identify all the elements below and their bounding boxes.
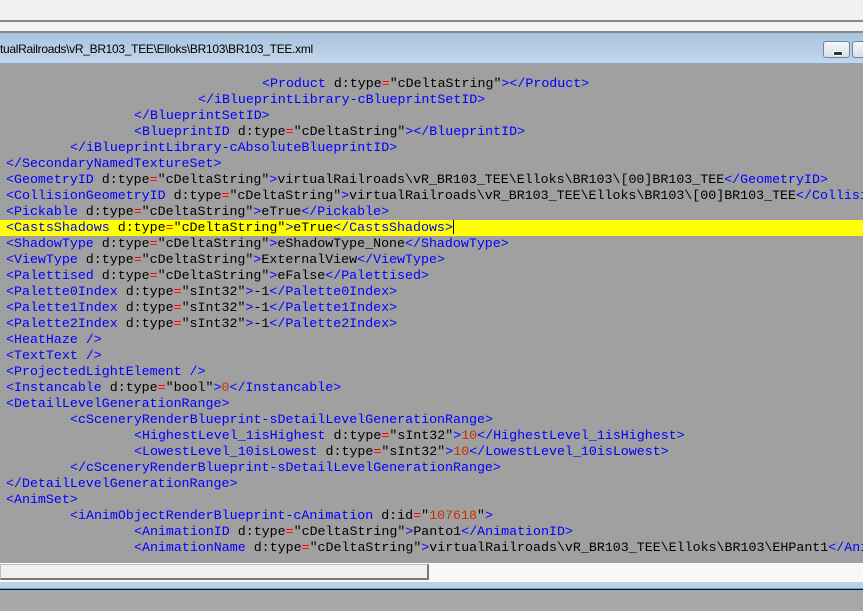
text-caret: [452, 220, 454, 235]
code-line[interactable]: </iBlueprintLibrary-cBlueprintSetID>: [198, 92, 485, 108]
code-line[interactable]: <ViewType d:type="cDeltaString">External…: [6, 252, 445, 268]
maximize-button[interactable]: [852, 41, 863, 58]
bottom-panel: [0, 590, 863, 611]
code-line[interactable]: <Palettised d:type="cDeltaString">eFalse…: [6, 268, 429, 284]
code-line[interactable]: <iAnimObjectRenderBlueprint-cAnimation d…: [70, 508, 493, 524]
code-line[interactable]: </iBlueprintLibrary-cAbsoluteBlueprintID…: [70, 140, 397, 156]
code-line[interactable]: <HighestLevel_1isHighest d:type="sInt32"…: [134, 428, 685, 444]
code-line[interactable]: <ShadowType d:type="cDeltaString">eShado…: [6, 236, 509, 252]
code-line[interactable]: <AnimationID d:type="cDeltaString">Panto…: [134, 524, 573, 540]
code-line[interactable]: <CastsShadows d:type="cDeltaString">eTru…: [6, 220, 454, 236]
code-line[interactable]: <Product d:type="cDeltaString"></Product…: [262, 76, 589, 92]
minimize-icon: [833, 51, 843, 56]
code-line[interactable]: </SecondaryNamedTextureSet>: [6, 156, 221, 172]
code-line[interactable]: <LowestLevel_10isLowest d:type="sInt32">…: [134, 444, 669, 460]
code-line[interactable]: <DetailLevelGenerationRange>: [6, 396, 229, 412]
minimize-button[interactable]: [823, 41, 850, 58]
code-line[interactable]: <Palette2Index d:type="sInt32">-1</Palet…: [6, 316, 397, 332]
horizontal-scrollbar[interactable]: [0, 563, 863, 582]
code-line[interactable]: </cSceneryRenderBlueprint-sDetailLevelGe…: [70, 460, 501, 476]
code-line[interactable]: </BlueprintSetID>: [134, 108, 270, 124]
code-line[interactable]: <HeatHaze />: [6, 332, 102, 348]
splitter[interactable]: [0, 20, 863, 33]
code-line[interactable]: <cSceneryRenderBlueprint-sDetailLevelGen…: [70, 412, 493, 428]
code-line[interactable]: <Palette0Index d:type="sInt32">-1</Palet…: [6, 284, 397, 300]
document-title-bar: tualRailroads\vR_BR103_TEE\Elloks\BR103\…: [0, 33, 863, 64]
code-line[interactable]: <ProjectedLightElement />: [6, 364, 206, 380]
document-title: tualRailroads\vR_BR103_TEE\Elloks\BR103\…: [0, 42, 313, 56]
code-line[interactable]: <Pickable d:type="cDeltaString">eTrue</P…: [6, 204, 389, 220]
top-toolbar-area: [0, 0, 863, 21]
code-line[interactable]: </DetailLevelGenerationRange>: [6, 476, 237, 492]
code-line[interactable]: <CollisionGeometryID d:type="cDeltaStrin…: [6, 188, 863, 204]
scrollbar-thumb[interactable]: [0, 564, 429, 580]
code-line[interactable]: <Palette1Index d:type="sInt32">-1</Palet…: [6, 300, 397, 316]
code-line[interactable]: <BlueprintID d:type="cDeltaString"></Blu…: [134, 124, 525, 140]
code-line[interactable]: <AnimSet>: [6, 492, 78, 508]
xml-editor[interactable]: <Product d:type="cDeltaString"></Product…: [0, 64, 863, 563]
code-line[interactable]: <GeometryID d:type="cDeltaString">virtua…: [6, 172, 828, 188]
code-line[interactable]: <TextText />: [6, 348, 102, 364]
code-line[interactable]: <AnimationName d:type="cDeltaString">vir…: [134, 540, 863, 556]
code-line[interactable]: <Instancable d:type="bool">0</Instancabl…: [6, 380, 341, 396]
